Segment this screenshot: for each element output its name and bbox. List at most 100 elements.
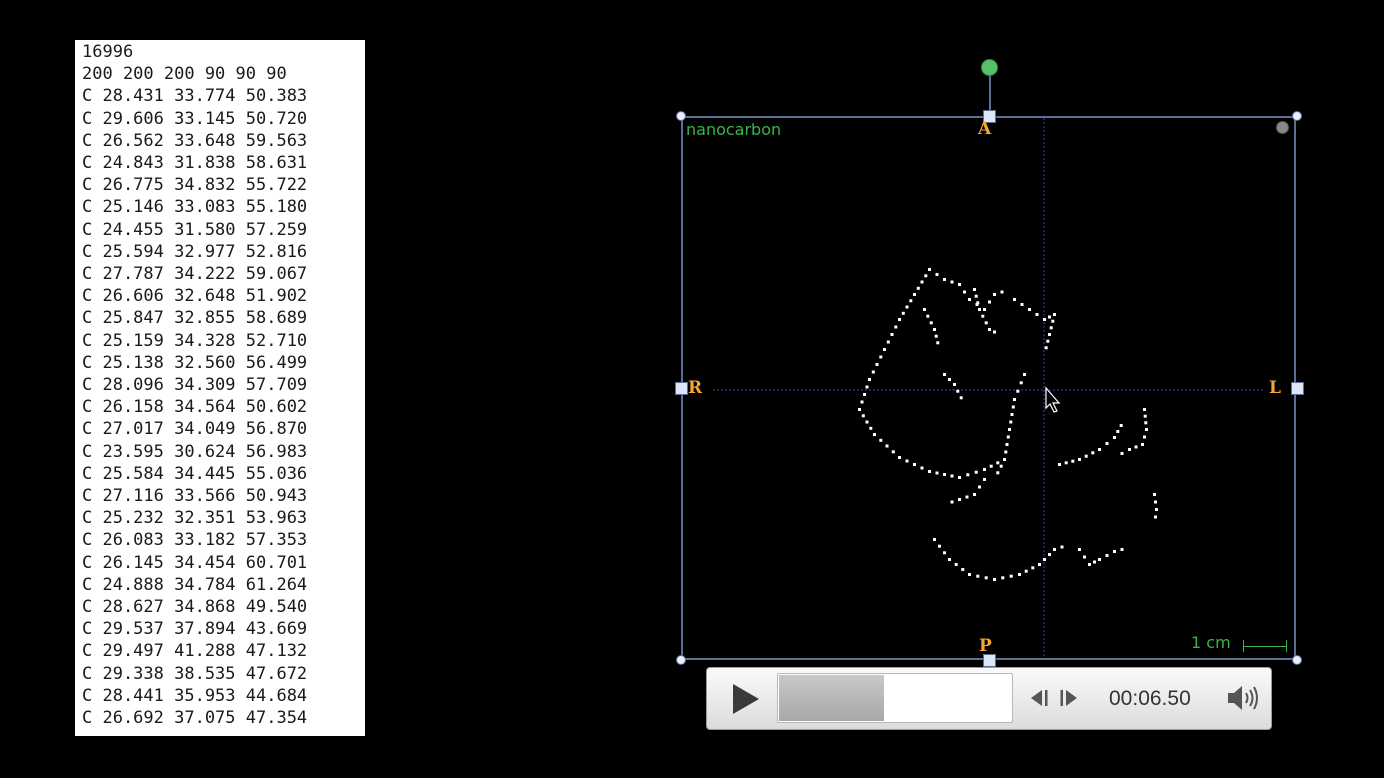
atom-point bbox=[1031, 566, 1035, 570]
atom-point bbox=[871, 370, 875, 374]
atom-point bbox=[1098, 448, 1101, 451]
atom-point bbox=[1018, 573, 1021, 576]
atom-point bbox=[935, 471, 939, 475]
atom-point bbox=[993, 293, 996, 296]
resize-handle-top-right[interactable] bbox=[1292, 111, 1302, 121]
atom-point bbox=[950, 280, 954, 284]
atom-point bbox=[958, 283, 961, 286]
step-forward-icon[interactable] bbox=[1058, 687, 1080, 709]
atom-point bbox=[929, 321, 933, 325]
atom-point bbox=[1093, 560, 1096, 564]
atom-point bbox=[1078, 458, 1081, 461]
atom-point bbox=[996, 461, 1000, 465]
atom-point bbox=[1143, 435, 1146, 439]
playback-progress-bar[interactable] bbox=[777, 673, 1013, 723]
atom-point bbox=[1120, 452, 1124, 455]
atom-point bbox=[1119, 424, 1123, 427]
atom-point bbox=[890, 333, 894, 336]
atom-point bbox=[1048, 553, 1051, 556]
atom-point bbox=[943, 278, 946, 281]
atom-point bbox=[1048, 315, 1051, 319]
atom-point bbox=[1035, 313, 1039, 316]
atom-point bbox=[1016, 389, 1020, 393]
atom-point bbox=[999, 464, 1003, 468]
atom-point bbox=[1116, 430, 1120, 433]
atom-point bbox=[961, 568, 965, 571]
atom-point bbox=[920, 466, 924, 470]
resize-handle-top-left[interactable] bbox=[676, 111, 686, 121]
atom-point bbox=[1051, 319, 1055, 323]
atom-point bbox=[1088, 563, 1091, 566]
atom-point bbox=[1113, 550, 1116, 553]
atom-point bbox=[1060, 545, 1064, 549]
orientation-label-right: L bbox=[1269, 378, 1281, 398]
atom-point bbox=[894, 325, 898, 329]
atom-point bbox=[983, 478, 986, 481]
play-icon[interactable] bbox=[727, 682, 763, 716]
atom-point bbox=[1064, 461, 1068, 465]
resize-handle-bottom-right[interactable] bbox=[1292, 655, 1302, 665]
atom-point bbox=[868, 378, 871, 381]
atom-point bbox=[1084, 454, 1088, 458]
playback-time: 00:06.50 bbox=[1109, 687, 1191, 710]
atom-point bbox=[905, 305, 909, 309]
atom-point bbox=[885, 444, 889, 448]
atom-point bbox=[898, 318, 901, 321]
atom-point bbox=[865, 420, 869, 424]
atom-point bbox=[983, 308, 986, 311]
atom-point bbox=[953, 383, 956, 386]
atom-point bbox=[1043, 318, 1046, 321]
atom-point bbox=[1004, 450, 1008, 454]
atom-point bbox=[1141, 443, 1144, 446]
close-icon[interactable] bbox=[1276, 121, 1289, 134]
atom-point bbox=[926, 314, 930, 318]
atom-point bbox=[1010, 413, 1014, 416]
atom-point bbox=[954, 563, 958, 566]
atom-point bbox=[913, 293, 916, 296]
resize-handle-right[interactable] bbox=[1291, 382, 1304, 395]
atom-point bbox=[1023, 373, 1026, 376]
atom-point bbox=[1155, 508, 1158, 511]
atom-point bbox=[934, 334, 938, 338]
rotation-handle[interactable] bbox=[981, 59, 998, 76]
step-back-icon[interactable] bbox=[1028, 687, 1050, 709]
atom-point bbox=[983, 468, 986, 471]
resize-handle-bottom-left[interactable] bbox=[676, 655, 686, 665]
atom-point bbox=[1083, 555, 1086, 559]
volume-viewer[interactable] bbox=[681, 116, 1296, 660]
atom-point bbox=[886, 340, 890, 344]
speaker-icon[interactable] bbox=[1225, 683, 1261, 713]
atom-point bbox=[959, 396, 963, 400]
media-player-bar: 00:06.50 bbox=[706, 667, 1272, 730]
atom-point bbox=[1048, 333, 1051, 336]
point-cloud-render bbox=[713, 118, 1263, 658]
atom-point bbox=[1049, 326, 1053, 330]
resize-handle-left[interactable] bbox=[675, 382, 688, 395]
atom-point bbox=[968, 573, 971, 576]
atom-point bbox=[1001, 576, 1005, 580]
volume-name-label: nanocarbon bbox=[686, 120, 782, 139]
atom-point bbox=[865, 385, 869, 389]
atom-point bbox=[1024, 569, 1028, 573]
atom-point bbox=[1153, 493, 1156, 496]
atom-point bbox=[1128, 448, 1131, 451]
atom-point bbox=[875, 363, 879, 366]
atom-point bbox=[860, 400, 864, 404]
atom-point bbox=[981, 314, 985, 318]
atom-point bbox=[1008, 428, 1011, 431]
atom-point bbox=[1028, 308, 1031, 311]
atom-point bbox=[943, 473, 946, 476]
atom-point bbox=[976, 574, 980, 578]
atom-point bbox=[993, 578, 996, 581]
atom-point bbox=[1071, 459, 1075, 463]
atom-point bbox=[974, 470, 978, 474]
atom-point bbox=[948, 558, 951, 561]
atom-point bbox=[988, 300, 991, 304]
atom-point bbox=[1000, 290, 1004, 294]
orientation-label-left: R bbox=[688, 378, 703, 398]
atom-point bbox=[916, 286, 920, 290]
atom-point bbox=[1005, 443, 1009, 446]
atom-point bbox=[963, 290, 966, 294]
atom-point bbox=[924, 274, 928, 278]
atom-point bbox=[1053, 548, 1056, 551]
